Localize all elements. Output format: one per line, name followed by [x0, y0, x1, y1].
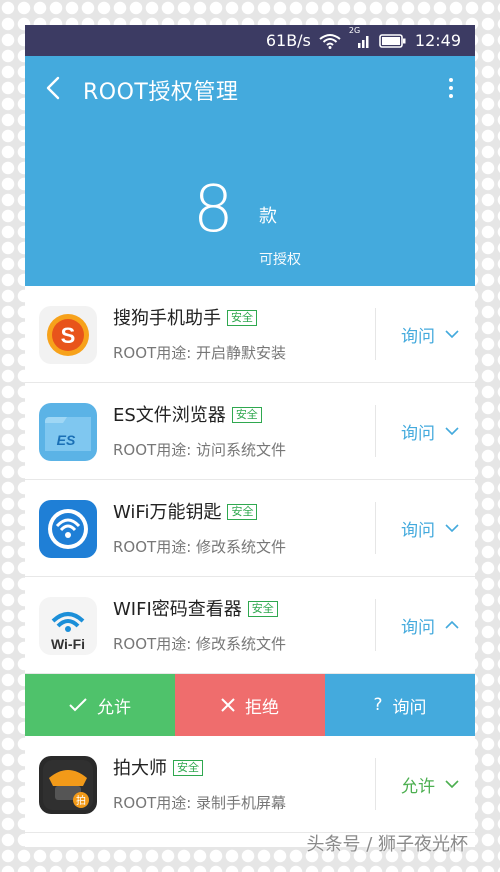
deny-label: 拒绝	[245, 697, 279, 718]
status-bar: 61B/s 2G 12:49	[25, 25, 475, 56]
sogou-app-icon: S	[39, 306, 97, 364]
question-icon: ?	[373, 695, 383, 715]
ask-label: 询问	[392, 697, 427, 718]
safe-badge: 安全	[227, 310, 257, 326]
battery-icon	[379, 33, 407, 48]
list-item-sogou[interactable]: S 搜狗手机助手 安全 ROOT用途: 开启静默安装 询问	[25, 286, 475, 383]
app-name: ES文件浏览器 安全	[113, 401, 262, 427]
more-dot-icon	[449, 86, 453, 90]
deny-button[interactable]: 拒绝	[175, 674, 325, 736]
app-name: WIFI密码查看器 安全	[113, 595, 278, 621]
permission-dropdown[interactable]: 询问	[385, 480, 475, 576]
page-title: ROOT授权管理	[83, 80, 239, 105]
root-purpose: ROOT用途: 修改系统文件	[113, 635, 287, 653]
permission-value: 允许	[401, 776, 435, 797]
app-name: 搜狗手机助手 安全	[113, 304, 257, 330]
count-unit: 款	[259, 206, 277, 227]
divider	[375, 308, 376, 360]
header-panel: ROOT授权管理 8 款 可授权	[25, 56, 475, 286]
permission-value: 询问	[401, 520, 435, 541]
network-speed: 61B/s	[265, 31, 311, 50]
permission-dropdown[interactable]: 允许	[385, 736, 475, 832]
phone-screen: 61B/s 2G 12:49 ROOT授权管理 8 款 可授权 S 搜狗手机助手…	[25, 25, 475, 847]
ask-button[interactable]: ? 询问	[325, 674, 475, 736]
back-button[interactable]	[35, 70, 71, 106]
watermark: 头条号 / 狮子夜光杯	[306, 834, 468, 855]
chevron-up-icon	[445, 621, 459, 629]
wifi-password-viewer-icon: Wi-Fi	[39, 597, 97, 655]
divider	[375, 758, 376, 810]
svg-text:拍: 拍	[76, 794, 86, 807]
close-icon	[221, 698, 235, 712]
permission-value: 询问	[401, 617, 435, 638]
permission-dropdown[interactable]: 询问	[385, 577, 475, 673]
safe-badge: 安全	[231, 407, 262, 423]
root-purpose: ROOT用途: 录制手机屏幕	[113, 794, 287, 812]
app-list: S 搜狗手机助手 安全 ROOT用途: 开启静默安装 询问 ES ES文件浏览器安…	[25, 286, 475, 833]
safe-badge: 安全	[227, 504, 258, 520]
divider	[375, 599, 376, 651]
svg-text:ES: ES	[57, 432, 76, 448]
app-bar: ROOT授权管理	[25, 56, 475, 120]
wifi-signal-icon	[319, 33, 341, 49]
permission-value: 询问	[401, 326, 435, 347]
wifi-key-app-icon	[39, 500, 97, 558]
authorizable-count: 8	[193, 173, 234, 247]
chevron-down-icon	[445, 427, 459, 435]
list-item-es-file-explorer[interactable]: ES ES文件浏览器 安全 ROOT用途: 访问系统文件 询问	[25, 383, 475, 480]
es-file-explorer-icon: ES	[39, 403, 97, 461]
list-item-paidashi[interactable]: 拍 拍大师 安全 ROOT用途: 录制手机屏幕 允许	[25, 736, 475, 833]
list-item-wifi-master-key[interactable]: WiFi万能钥匙 安全 ROOT用途: 修改系统文件 询问	[25, 480, 475, 577]
chevron-down-icon	[445, 524, 459, 532]
more-dot-icon	[449, 78, 453, 82]
chevron-down-icon	[445, 780, 459, 788]
more-options-button[interactable]	[441, 70, 461, 106]
permission-dropdown[interactable]: 询问	[385, 286, 475, 382]
cellular-signal-icon: 2G	[349, 26, 371, 49]
network-type-label: 2G	[348, 25, 361, 35]
safe-badge: 安全	[173, 760, 203, 776]
svg-text:Wi-Fi: Wi-Fi	[51, 636, 85, 652]
list-item-wifi-password-viewer[interactable]: Wi-Fi WIFI密码查看器 安全 ROOT用途: 修改系统文件 询问	[25, 577, 475, 674]
safe-badge: 安全	[247, 601, 278, 617]
root-purpose: ROOT用途: 访问系统文件	[113, 441, 287, 459]
check-icon	[69, 698, 87, 712]
app-name: 拍大师 安全	[113, 754, 203, 780]
paidashi-app-icon: 拍	[39, 756, 97, 814]
permission-action-bar: 允许 拒绝 ? 询问	[25, 674, 475, 736]
permission-dropdown[interactable]: 询问	[385, 383, 475, 479]
allow-button[interactable]: 允许	[25, 674, 175, 736]
clock: 12:49	[414, 31, 461, 50]
permission-value: 询问	[401, 423, 435, 444]
app-name: WiFi万能钥匙 安全	[113, 498, 258, 524]
svg-text:S: S	[61, 323, 76, 348]
count-subtitle: 可授权	[259, 252, 301, 268]
root-purpose: ROOT用途: 修改系统文件	[113, 538, 287, 556]
allow-label: 允许	[97, 697, 131, 718]
root-purpose: ROOT用途: 开启静默安装	[113, 344, 287, 362]
divider	[375, 405, 376, 457]
back-arrow-icon	[46, 76, 60, 100]
divider	[375, 502, 376, 554]
chevron-down-icon	[445, 330, 459, 338]
more-dot-icon	[449, 94, 453, 98]
